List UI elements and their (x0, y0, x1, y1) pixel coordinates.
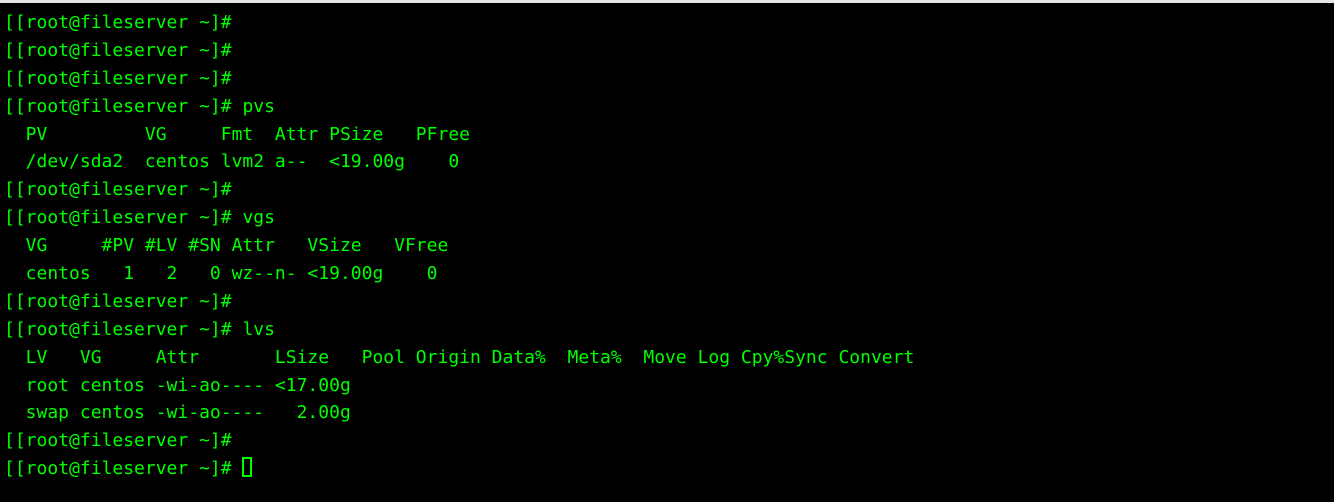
prompt-line-active[interactable]: [[root@fileserver ~]# (4, 455, 1334, 483)
command-text: lvs (242, 319, 275, 340)
cursor[interactable] (242, 457, 252, 477)
command-text: vgs (242, 207, 275, 228)
prompt-line: [[root@fileserver ~]# (4, 176, 1334, 204)
command-text: pvs (242, 96, 275, 117)
prompt-line: [[root@fileserver ~]# (4, 288, 1334, 316)
vgs-header: VG #PV #LV #SN Attr VSize VFree (4, 232, 1334, 260)
command-line-pvs: [[root@fileserver ~]# pvs (4, 93, 1334, 121)
pvs-header: PV VG Fmt Attr PSize PFree (4, 121, 1334, 149)
prompt-line: [[root@fileserver ~]# (4, 427, 1334, 455)
lvs-row: swap centos -wi-ao---- 2.00g (4, 399, 1334, 427)
prompt-line: [[root@fileserver ~]# (4, 65, 1334, 93)
command-line-vgs: [[root@fileserver ~]# vgs (4, 204, 1334, 232)
command-line-lvs: [[root@fileserver ~]# lvs (4, 316, 1334, 344)
prompt-line: [[root@fileserver ~]# (4, 9, 1334, 37)
lvs-header: LV VG Attr LSize Pool Origin Data% Meta%… (4, 344, 1334, 372)
vgs-row: centos 1 2 0 wz--n- <19.00g 0 (4, 260, 1334, 288)
pvs-row: /dev/sda2 centos lvm2 a-- <19.00g 0 (4, 148, 1334, 176)
prompt-line: [[root@fileserver ~]# (4, 37, 1334, 65)
lvs-row: root centos -wi-ao---- <17.00g (4, 372, 1334, 400)
